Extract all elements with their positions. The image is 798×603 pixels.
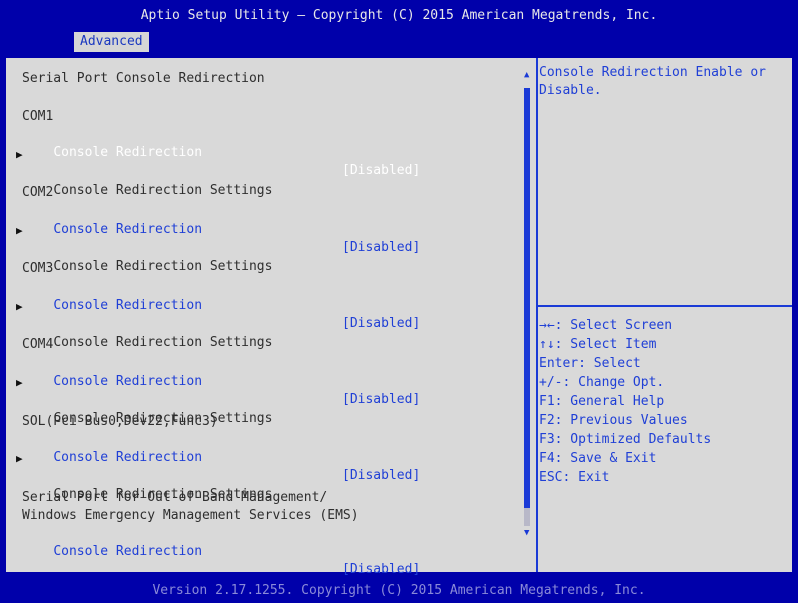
key-select-item: ↑↓: Select Item bbox=[539, 337, 657, 352]
scrollbar-track[interactable] bbox=[524, 508, 530, 526]
com3-redirection-settings[interactable]: ▶ Console Redirection Settings bbox=[16, 298, 272, 350]
tab-advanced[interactable]: Advanced bbox=[74, 32, 149, 52]
app-title: Aptio Setup Utility – Copyright (C) 2015… bbox=[140, 8, 658, 23]
submenu-arrow-icon: ▶ bbox=[16, 148, 23, 161]
header-bar: Aptio Setup Utility – Copyright (C) 2015… bbox=[0, 0, 798, 56]
com2-redirection-settings[interactable]: ▶ Console Redirection Settings bbox=[16, 222, 272, 274]
option-value: [Disabled] bbox=[342, 392, 421, 407]
com4-redirection-settings[interactable]: ▶ Console Redirection Settings bbox=[16, 374, 272, 426]
com4-heading: COM4 bbox=[22, 337, 54, 352]
footer-version: Version 2.17.1255. Copyright (C) 2015 Am… bbox=[0, 578, 798, 603]
option-label: Console Redirection bbox=[53, 544, 203, 559]
panel-divider bbox=[536, 58, 538, 572]
option-value: [Disabled] bbox=[342, 316, 421, 331]
com1-heading: COM1 bbox=[22, 109, 54, 124]
com3-console-redirection[interactable]: Console Redirection [Disabled] bbox=[22, 279, 502, 331]
submenu-arrow-icon: ▶ bbox=[16, 452, 23, 465]
submenu-arrow-icon: ▶ bbox=[16, 300, 23, 313]
ems-console-redirection[interactable]: Console Redirection [Disabled] bbox=[22, 525, 502, 577]
key-legend: →←: Select Screen ↑↓: Select Item Enter:… bbox=[539, 316, 789, 487]
submenu-arrow-icon: ▶ bbox=[16, 224, 23, 237]
scroll-down-arrow-icon[interactable]: ▼ bbox=[524, 528, 529, 538]
com2-console-redirection[interactable]: Console Redirection [Disabled] bbox=[22, 203, 502, 255]
submenu-label: Console Redirection Settings bbox=[53, 259, 273, 274]
option-value: [Disabled] bbox=[342, 468, 421, 483]
key-change-opt: +/-: Change Opt. bbox=[539, 375, 665, 390]
option-value: [Disabled] bbox=[342, 562, 421, 577]
key-optimized-defaults: F3: Optimized Defaults bbox=[539, 432, 712, 447]
com1-redirection-settings[interactable]: ▶ Console Redirection Settings bbox=[16, 146, 272, 198]
key-save-exit: F4: Save & Exit bbox=[539, 451, 657, 466]
key-esc-exit: ESC: Exit bbox=[539, 470, 610, 485]
com1-console-redirection[interactable]: Console Redirection [Disabled] bbox=[22, 126, 502, 178]
submenu-label: Console Redirection Settings bbox=[53, 183, 273, 198]
com4-console-redirection[interactable]: Console Redirection [Disabled] bbox=[22, 355, 502, 407]
key-previous-values: F2: Previous Values bbox=[539, 413, 688, 428]
key-enter-select: Enter: Select bbox=[539, 356, 641, 371]
section-title-serial-port: Serial Port Console Redirection bbox=[22, 71, 265, 86]
help-description: Console Redirection Enable or Disable. bbox=[539, 65, 766, 98]
option-value: [Disabled] bbox=[342, 240, 421, 255]
ems-heading-line1: Serial Port for Out-of-Band Management/ bbox=[22, 490, 328, 505]
key-general-help: F1: General Help bbox=[539, 394, 665, 409]
submenu-arrow-icon: ▶ bbox=[16, 376, 23, 389]
option-value: [Disabled] bbox=[342, 163, 421, 178]
sol-redirection-settings[interactable]: ▶ Console Redirection Settings bbox=[16, 450, 272, 502]
help-divider bbox=[538, 305, 792, 307]
ems-heading-line2: Windows Emergency Management Services (E… bbox=[22, 508, 359, 523]
sol-console-redirection[interactable]: Console Redirection [Disabled] bbox=[22, 431, 502, 483]
com3-heading: COM3 bbox=[22, 261, 54, 276]
main-panel: Serial Port Console Redirection COM1 Con… bbox=[6, 58, 792, 577]
scroll-up-arrow-icon[interactable]: ▲ bbox=[524, 70, 529, 80]
scrollbar-thumb[interactable] bbox=[524, 88, 530, 508]
submenu-label: Console Redirection Settings bbox=[53, 335, 273, 350]
sol-heading: SOL(Pci Bus0,Dev22,Func3) bbox=[22, 414, 218, 429]
key-select-screen: →←: Select Screen bbox=[539, 318, 673, 333]
com2-heading: COM2 bbox=[22, 185, 54, 200]
